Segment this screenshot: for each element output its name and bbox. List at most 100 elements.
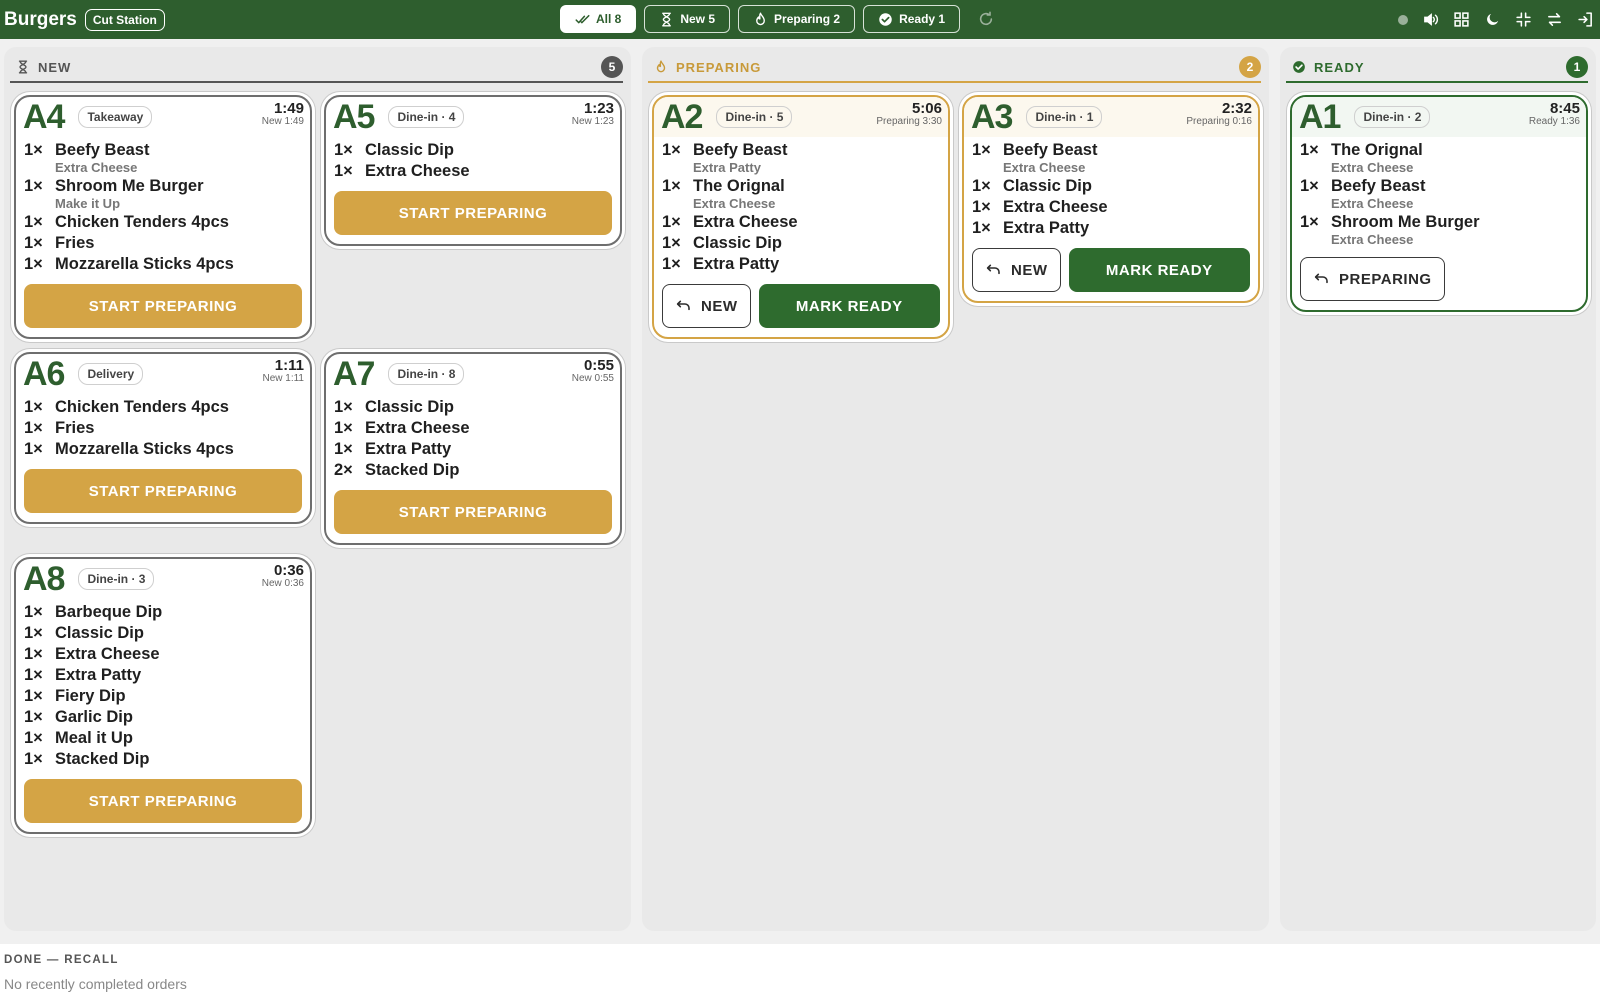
line-item: 1× Beefy Beast — [662, 140, 940, 161]
column-count-badge: 5 — [601, 56, 623, 78]
double-check-icon — [575, 14, 590, 23]
item-qty: 1× — [24, 645, 43, 663]
item-qty: 1× — [24, 666, 43, 684]
item-list: 1× Classic Dip 1× Extra Cheese — [326, 137, 620, 182]
status-time: Ready 1:36 — [1528, 116, 1580, 127]
filter-all[interactable]: All 8 — [560, 5, 637, 33]
item-list: 1× Classic Dip 1× Extra Cheese 1× Extra Pat… — [326, 394, 620, 481]
item-name: Classic Dip — [55, 624, 144, 642]
item-qty: 1× — [24, 213, 43, 231]
ticket-header: A8 Dine-in · 3 0:36 New 0:36 — [16, 559, 310, 599]
line-item: 2× Stacked Dip — [334, 460, 612, 481]
ticket-timer: 2:32 Preparing 0:16 — [1186, 101, 1252, 128]
item-qty: 1× — [972, 219, 991, 237]
done-empty-message: No recently completed orders — [4, 976, 187, 992]
item-qty: 1× — [24, 603, 43, 621]
column-new-header: NEW 5 — [10, 53, 623, 83]
done-recall-section: DONE — RECALL No recently completed orde… — [0, 944, 1600, 1004]
item-name: Fiery Dip — [55, 687, 126, 705]
undo-icon — [1314, 273, 1328, 284]
line-item: 1× Beefy Beast — [24, 140, 302, 161]
ticket-timer: 0:36 New 0:36 — [262, 563, 304, 590]
ticket-card: A4 Takeaway 1:49 New 1:49 1× Beefy Beast … — [14, 95, 312, 339]
refresh-icon[interactable] — [978, 11, 994, 27]
elapsed-time: 0:36 — [273, 562, 304, 579]
item-name: Stacked Dip — [365, 461, 460, 479]
status-filters: All 8 New 5 Preparing 2 Ready 1 — [560, 5, 994, 33]
ticket-id: A1 — [1299, 98, 1341, 136]
elapsed-time: 2:32 — [1221, 100, 1252, 117]
swap-icon[interactable] — [1546, 11, 1563, 28]
item-name: Extra Patty — [365, 440, 452, 458]
item-qty: 1× — [24, 398, 43, 416]
ticket-header: A1 Dine-in · 2 8:45 Ready 1:36 — [1292, 97, 1586, 137]
column-ready-header: READY 1 — [1286, 53, 1588, 83]
ticket-id: A7 — [333, 355, 375, 393]
item-name: Beefy Beast — [1331, 177, 1426, 195]
hourglass-icon — [18, 60, 28, 74]
item-qty: 1× — [1300, 177, 1319, 195]
logout-icon[interactable] — [1577, 11, 1594, 28]
back-to-new-button[interactable]: NEW — [662, 284, 751, 328]
filter-new[interactable]: New 5 — [644, 5, 731, 33]
status-time: Preparing 3:30 — [876, 116, 942, 127]
undo-icon — [676, 300, 690, 311]
start-preparing-button[interactable]: START PREPARING — [334, 191, 612, 235]
status-time: New 1:11 — [262, 373, 304, 384]
fullscreen-exit-icon[interactable] — [1515, 11, 1532, 28]
status-time: New 0:55 — [571, 373, 614, 384]
start-preparing-button[interactable]: START PREPARING — [24, 779, 302, 823]
item-name: Extra Patty — [1003, 219, 1090, 237]
dark-mode-icon[interactable] — [1484, 11, 1501, 28]
back-to-preparing-button[interactable]: PREPARING — [1300, 257, 1445, 301]
item-name: Extra Cheese — [693, 213, 798, 231]
start-preparing-button[interactable]: START PREPARING — [24, 284, 302, 328]
mark-ready-button[interactable]: MARK READY — [758, 284, 940, 328]
item-modifier: Extra Cheese — [55, 160, 138, 175]
item-list: 1× Chicken Tenders 4pcs 1× Fries 1× Mozzare… — [16, 394, 310, 460]
item-qty: 1× — [24, 440, 43, 458]
hourglass-icon — [662, 12, 672, 26]
ticket-actions: PREPARING — [1292, 248, 1586, 310]
ticket-timer: 0:55 New 0:55 — [572, 358, 614, 385]
item-modifier: Extra Cheese — [1003, 160, 1086, 175]
item-name: Extra Cheese — [365, 162, 470, 180]
order-type-badge: Delivery — [78, 363, 144, 385]
line-item: 1× Meal it Up — [24, 728, 302, 749]
item-qty: 1× — [972, 141, 991, 159]
status-time: New 0:36 — [261, 578, 304, 589]
ticket-header: A4 Takeaway 1:49 New 1:49 — [16, 97, 310, 137]
item-name: Mozzarella Sticks 4pcs — [55, 440, 234, 458]
line-item: 1× Chicken Tenders 4pcs — [24, 397, 302, 418]
item-name: Shroom Me Burger — [1331, 213, 1480, 231]
item-qty: 1× — [24, 141, 43, 159]
order-type-badge: Dine-in · 1 — [1026, 106, 1103, 128]
station-badge[interactable]: Cut Station — [84, 8, 165, 31]
item-name: Extra Cheese — [365, 419, 470, 437]
order-type-badge: Takeaway — [78, 106, 153, 128]
ticket-card: A2 Dine-in · 5 5:06 Preparing 3:30 1× Bee… — [652, 95, 950, 339]
line-item: 1× Chicken Tenders 4pcs — [24, 212, 302, 233]
item-qty: 2× — [334, 461, 353, 479]
ticket-id: A4 — [23, 98, 65, 136]
item-qty: 1× — [24, 177, 43, 195]
start-preparing-button[interactable]: START PREPARING — [334, 490, 612, 534]
item-name: Fries — [55, 419, 95, 437]
line-item: 1× Extra Patty — [24, 665, 302, 686]
filter-ready[interactable]: Ready 1 — [863, 5, 961, 33]
volume-icon[interactable] — [1422, 11, 1439, 28]
mark-ready-button[interactable]: MARK READY — [1068, 248, 1250, 292]
connection-status-dot — [1398, 14, 1408, 25]
item-qty: 1× — [334, 419, 353, 437]
item-qty: 1× — [24, 708, 43, 726]
item-qty: 1× — [1300, 213, 1319, 231]
start-preparing-button[interactable]: START PREPARING — [24, 469, 302, 513]
line-item: 1× Extra Patty — [334, 439, 612, 460]
back-to-new-button[interactable]: NEW — [972, 248, 1061, 292]
item-name: The Orignal — [1331, 141, 1423, 159]
grid-layout-icon[interactable] — [1453, 11, 1470, 28]
filter-preparing[interactable]: Preparing 2 — [738, 5, 856, 33]
ticket-actions: NEW MARK READY — [654, 275, 948, 337]
item-name: Classic Dip — [1003, 177, 1092, 195]
order-type-badge: Dine-in · 5 — [716, 106, 793, 128]
